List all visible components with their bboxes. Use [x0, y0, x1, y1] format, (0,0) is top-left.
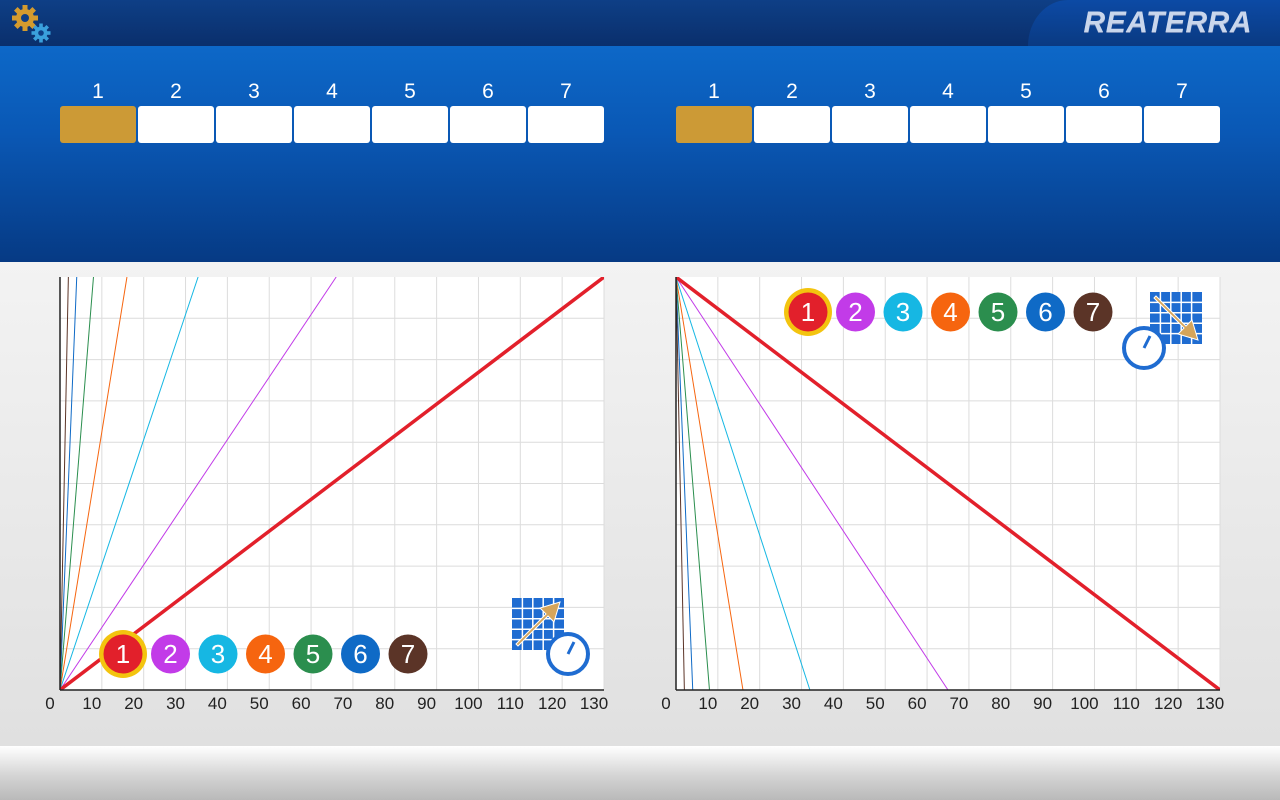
legend-badge-1[interactable]: 1	[99, 630, 147, 678]
legend-badge-3[interactable]: 3	[883, 292, 923, 332]
x-tick-label: 90	[417, 694, 436, 713]
x-tick-label: 0	[45, 694, 54, 713]
legend-label: 6	[1038, 297, 1052, 327]
selector-slot-2[interactable]	[754, 106, 830, 143]
legend-label: 3	[211, 639, 225, 669]
selector-number: 2	[170, 80, 182, 103]
legend-badge-3[interactable]: 3	[198, 634, 238, 674]
x-tick-label: 10	[698, 694, 717, 713]
selector-number: 3	[248, 80, 260, 103]
selector-slot-7[interactable]	[1144, 106, 1220, 143]
legend-badge-2[interactable]: 2	[836, 292, 875, 332]
selector-slot-2[interactable]	[138, 106, 214, 143]
legend-label: 5	[306, 639, 320, 669]
legend-badge-4[interactable]: 4	[931, 292, 970, 332]
selector-slot-3[interactable]	[832, 106, 908, 143]
x-tick-label: 80	[375, 694, 394, 713]
selector-number: 4	[326, 80, 338, 103]
top-bar: REATERRA	[0, 0, 1280, 46]
charts-area: 0 10 20 30 40 50 60 70 80 90 100 110 120 130 1 2 3 4 5 6 7 0…	[0, 262, 1280, 746]
legend-badge-1[interactable]: 1	[784, 288, 832, 336]
x-tick-label: 80	[991, 694, 1010, 713]
legend-badge-4[interactable]: 4	[246, 634, 285, 674]
x-tick-label: 40	[208, 694, 227, 713]
legend-label: 7	[1086, 297, 1100, 327]
selector-number: 6	[1098, 80, 1110, 103]
selector-number: 5	[1020, 80, 1032, 103]
x-tick-label: 90	[1033, 694, 1052, 713]
selector-slot-6[interactable]	[1066, 106, 1142, 143]
brand-tab: REATERRA	[1028, 0, 1280, 46]
x-tick-label: 70	[949, 694, 968, 713]
selector-slot-4[interactable]	[910, 106, 986, 143]
selector-slot-6[interactable]	[450, 106, 526, 143]
legend-label: 1	[801, 297, 815, 327]
selector-slot-4[interactable]	[294, 106, 370, 143]
brand-logo: REATERRA	[1083, 6, 1252, 39]
legend-label: 2	[848, 297, 862, 327]
selector-number: 2	[786, 80, 798, 103]
footer-bar	[0, 746, 1280, 800]
selector-slot-1[interactable]	[676, 106, 752, 143]
x-tick-label: 50	[866, 694, 885, 713]
x-tick-label: 110	[1113, 694, 1140, 713]
selector-slot-5[interactable]	[988, 106, 1064, 143]
selector-number: 7	[1176, 80, 1188, 103]
x-tick-label: 100	[454, 694, 482, 713]
selector-group-right: 1 2 3 4 5 6 7	[676, 80, 1222, 146]
x-tick-label: 30	[782, 694, 801, 713]
legend-label: 4	[943, 297, 957, 327]
x-tick-label: 130	[580, 694, 608, 713]
selector-slot-5[interactable]	[372, 106, 448, 143]
x-tick-label: 70	[333, 694, 352, 713]
legend-label: 6	[353, 639, 367, 669]
legend-label: 7	[401, 639, 415, 669]
legend-label: 3	[896, 297, 910, 327]
x-tick-label: 120	[1154, 694, 1182, 713]
selector-number: 1	[708, 80, 720, 103]
x-tick-label: 40	[824, 694, 843, 713]
legend-badge-6[interactable]: 6	[1026, 292, 1065, 332]
selector-slot-7[interactable]	[528, 106, 604, 143]
increasing-chart: 0 10 20 30 40 50 60 70 80 90 100 110 120 130 1 2 3 4 5 6 7	[45, 277, 608, 713]
gears-icon[interactable]	[10, 3, 54, 45]
legend-label: 1	[116, 639, 130, 669]
x-tick-label: 60	[908, 694, 927, 713]
legend-badge-6[interactable]: 6	[341, 634, 380, 674]
selector-number: 1	[92, 80, 104, 103]
legend-badge-7[interactable]: 7	[1073, 292, 1113, 332]
x-tick-label: 30	[166, 694, 185, 713]
legend-label: 2	[163, 639, 177, 669]
selector-number: 3	[864, 80, 876, 103]
selector-number: 4	[942, 80, 954, 103]
x-tick-label: 20	[124, 694, 143, 713]
selector-slot-1[interactable]	[60, 106, 136, 143]
x-tick-label: 0	[661, 694, 670, 713]
legend-label: 4	[258, 639, 272, 669]
selector-slot-3[interactable]	[216, 106, 292, 143]
legend-badge-7[interactable]: 7	[388, 634, 428, 674]
legend-badge-5[interactable]: 5	[293, 634, 333, 674]
x-tick-label: 60	[292, 694, 311, 713]
decreasing-chart: 0 10 20 30 40 50 60 70 80 90 100 110 120 130 1 2 3 4 5 6 7	[661, 277, 1224, 713]
selector-number: 6	[482, 80, 494, 103]
selector-panel: 1 2 3 4 5 6 7 1 2 3 4 5 6 7	[0, 46, 1280, 262]
x-tick-label: 20	[740, 694, 759, 713]
x-tick-label: 120	[538, 694, 566, 713]
x-tick-label: 130	[1196, 694, 1224, 713]
legend-badge-2[interactable]: 2	[151, 634, 190, 674]
legend-label: 5	[991, 297, 1005, 327]
selector-number: 5	[404, 80, 416, 103]
x-tick-label: 10	[82, 694, 101, 713]
x-tick-label: 110	[497, 694, 524, 713]
legend-badge-5[interactable]: 5	[978, 292, 1018, 332]
selector-number: 7	[560, 80, 572, 103]
x-tick-label: 100	[1070, 694, 1098, 713]
x-tick-label: 50	[250, 694, 269, 713]
selector-group-left: 1 2 3 4 5 6 7	[60, 80, 606, 146]
